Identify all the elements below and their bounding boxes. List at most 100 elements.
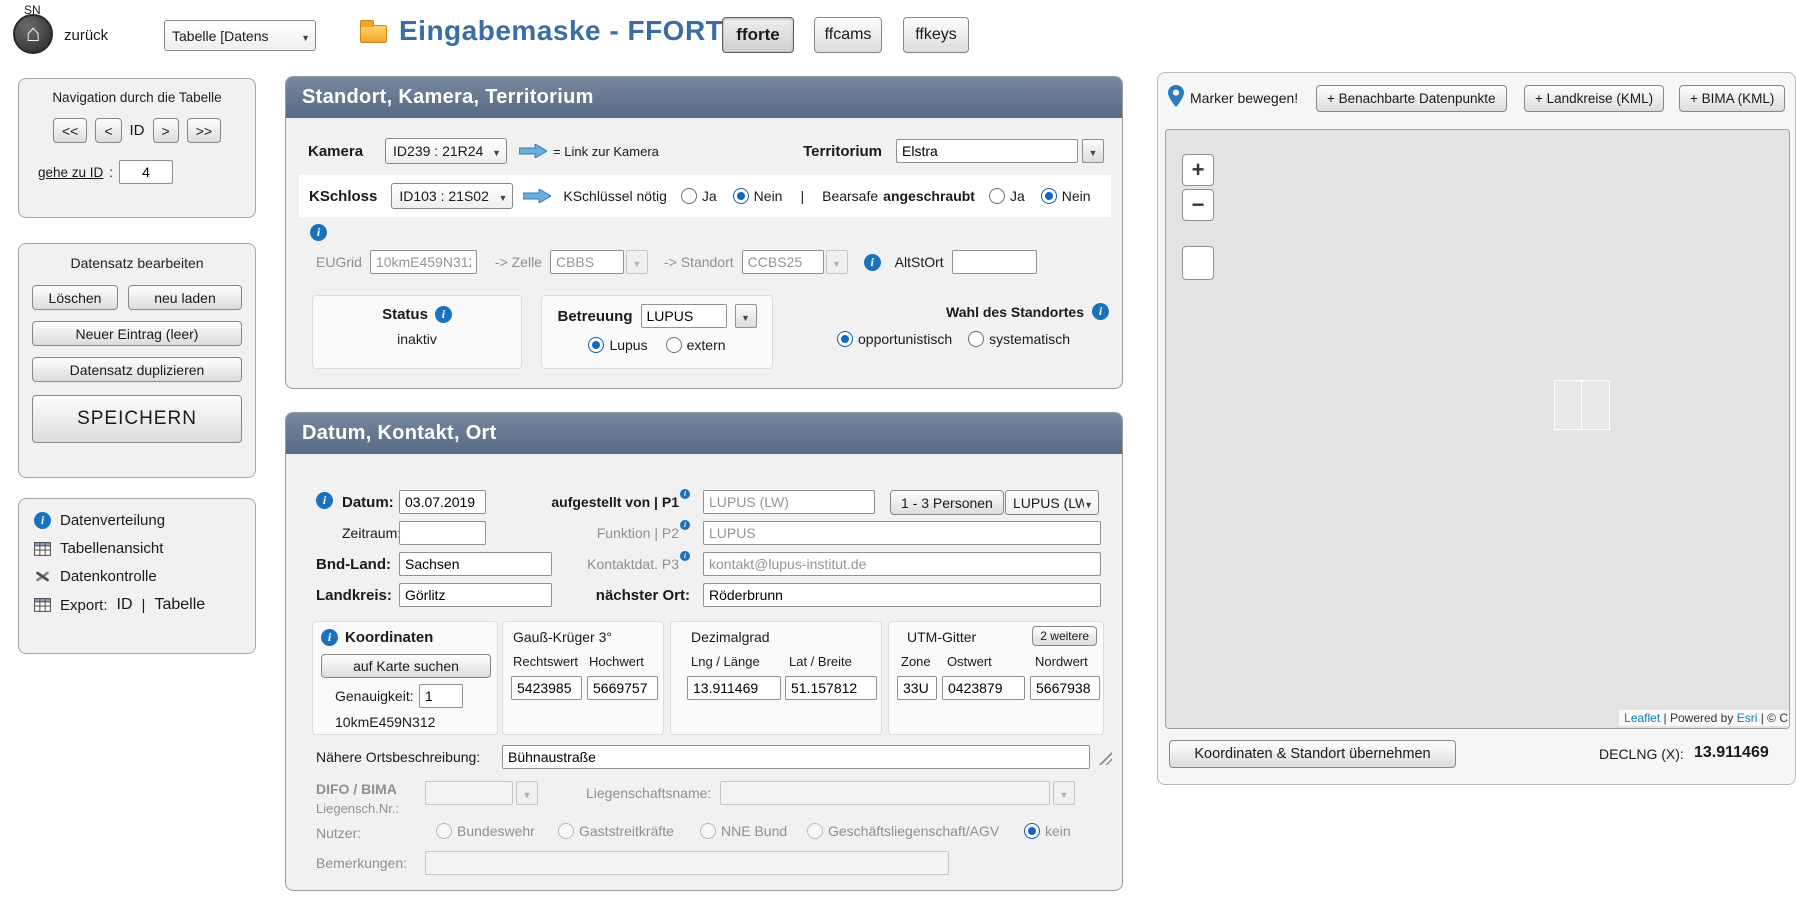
info-icon[interactable] [321,629,338,646]
wahl-radio-opportunistisch[interactable]: opportunistisch [837,331,952,347]
territorium-dropdown-button[interactable] [1082,139,1104,163]
nutzer-radio-nne-bund[interactable]: NNE Bund [700,823,787,839]
goto-id-input[interactable] [119,160,173,184]
nav-last-button[interactable]: >> [187,118,221,143]
altstort-input[interactable] [952,250,1037,274]
link-arrow-icon[interactable] [519,144,547,158]
koordinaten-uebernehmen-button[interactable]: Koordinaten & Standort übernehmen [1169,740,1456,768]
laenge-input[interactable] [687,676,781,700]
resize-handle-icon[interactable] [1097,750,1112,765]
utm-more-button[interactable]: 2 weitere [1032,626,1097,646]
reload-button[interactable]: neu laden [128,285,242,310]
eugrid-input[interactable] [370,250,477,274]
info-icon[interactable] [864,254,881,271]
landkreise-kml-button[interactable]: + Landkreise (KML) [1524,85,1664,112]
info-icon[interactable] [435,306,452,323]
funktion-input[interactable] [703,521,1101,545]
nav-next-button[interactable]: > [153,118,179,143]
map-area[interactable]: + − Leaflet | Powered by Esri | © C [1165,129,1790,729]
liegenschaftsname-input[interactable] [720,781,1050,805]
zoom-in-button[interactable]: + [1182,154,1214,186]
standort-dropdown-button[interactable] [826,250,848,274]
link-datenkontrolle[interactable]: Datenkontrolle [34,568,240,585]
attribution-text: | © C [1757,711,1788,725]
naechster-ort-input[interactable] [703,583,1101,607]
nav-prev-button[interactable]: < [95,118,121,143]
map-extra-button[interactable] [1182,246,1214,280]
bearsafe-radio-ja[interactable]: Ja [989,188,1025,204]
benachbarte-datenpunkte-button[interactable]: + Benachbarte Datenpunkte [1316,85,1507,112]
ostwert-input[interactable] [942,676,1025,700]
nutzer-radio-kein[interactable]: kein [1024,823,1071,839]
betreuung-dropdown-button[interactable] [735,304,757,328]
esri-link[interactable]: Esri [1737,711,1758,725]
info-icon[interactable] [316,492,333,509]
marker-bewegen-label: Marker bewegen! [1190,90,1298,106]
bima-kml-button[interactable]: + BIMA (KML) [1679,85,1785,112]
radio-icon [666,337,682,353]
personen-button[interactable]: 1 - 3 Personen [890,490,1004,515]
bemerkungen-input[interactable] [425,851,949,875]
betreuung-radio-extern[interactable]: extern [666,337,726,353]
goto-id-link[interactable]: gehe zu ID [38,165,103,180]
link-datenverteilung[interactable]: Datenverteilung [34,512,240,529]
kschluessel-radio-ja[interactable]: Ja [681,188,717,204]
info-icon[interactable] [680,520,690,530]
duplicate-button[interactable]: Datensatz duplizieren [32,357,242,382]
karte-suchen-button[interactable]: auf Karte suchen [321,654,491,678]
tab-fforte[interactable]: fforte [722,17,794,53]
link-tabellenansicht[interactable]: Tabellenansicht [34,540,240,557]
home-button[interactable] [13,14,53,54]
info-icon[interactable] [310,224,327,241]
ortsbeschreibung-input[interactable] [502,745,1090,769]
breite-input[interactable] [785,676,877,700]
rechtswert-input[interactable] [511,676,582,700]
export-id-link[interactable]: ID [117,596,133,614]
radio-label: Geschäftsliegenschaft/AGV [828,823,999,839]
tab-ffcams[interactable]: ffcams [814,17,882,53]
bearsafe-radio-nein[interactable]: Nein [1041,188,1091,204]
save-button[interactable]: SPEICHERN [32,395,242,443]
kamera-select[interactable]: ID239 : 21R24 [385,138,507,164]
nutzer-radio-gaststreitkraefte[interactable]: Gaststreitkräfte [558,823,674,839]
info-icon[interactable] [680,489,690,499]
table-select[interactable]: Tabelle [Datens [164,20,316,51]
kschloss-label: KSchloss [309,188,377,205]
betreuung-input[interactable] [641,304,727,328]
standort-input[interactable] [742,250,824,274]
status-label: Status [382,306,428,323]
bearsafe-label: Bearsafe [822,188,878,204]
p1-select[interactable]: LUPUS (LW [1005,490,1099,515]
info-icon[interactable] [680,551,690,561]
kschluessel-radio-nein[interactable]: Nein [733,188,783,204]
liegenschaftsname-dropdown-button[interactable] [1053,781,1075,805]
liegenschaftsnr-input[interactable] [425,781,513,805]
zoom-out-button[interactable]: − [1182,189,1214,221]
nutzer-radio-bundeswehr[interactable]: Bundeswehr [436,823,535,839]
wahl-radio-systematisch[interactable]: systematisch [968,331,1070,347]
territorium-input[interactable] [896,139,1078,163]
link-arrow-icon[interactable] [523,189,551,203]
nordwert-input[interactable] [1030,676,1100,700]
genauigkeit-input[interactable] [419,684,463,708]
new-entry-button[interactable]: Neuer Eintrag (leer) [32,321,242,346]
delete-button[interactable]: Löschen [32,285,118,310]
zelle-dropdown-button[interactable] [626,250,648,274]
kontaktdaten-input[interactable] [703,552,1101,576]
nutzer-radio-geschaeftsliegenschaft[interactable]: Geschäftsliegenschaft/AGV [807,823,999,839]
export-tabelle-link[interactable]: Tabelle [154,596,205,614]
betreuung-radio-lupus[interactable]: Lupus [588,337,647,353]
datum-input[interactable] [399,490,486,514]
tab-ffkeys[interactable]: ffkeys [903,17,969,53]
liegenschaftsnr-dropdown-button[interactable] [516,781,538,805]
zelle-input[interactable] [550,250,624,274]
nav-first-button[interactable]: << [53,118,87,143]
aufgestellt-von-input[interactable] [703,490,875,514]
hochwert-input[interactable] [587,676,658,700]
zone-input[interactable] [897,676,937,700]
info-icon[interactable] [1092,303,1109,320]
zeitraum-input[interactable] [399,521,486,545]
back-label[interactable]: zurück [64,27,108,44]
kschloss-select[interactable]: ID103 : 21S02 [391,183,513,209]
leaflet-link[interactable]: Leaflet [1624,711,1660,725]
